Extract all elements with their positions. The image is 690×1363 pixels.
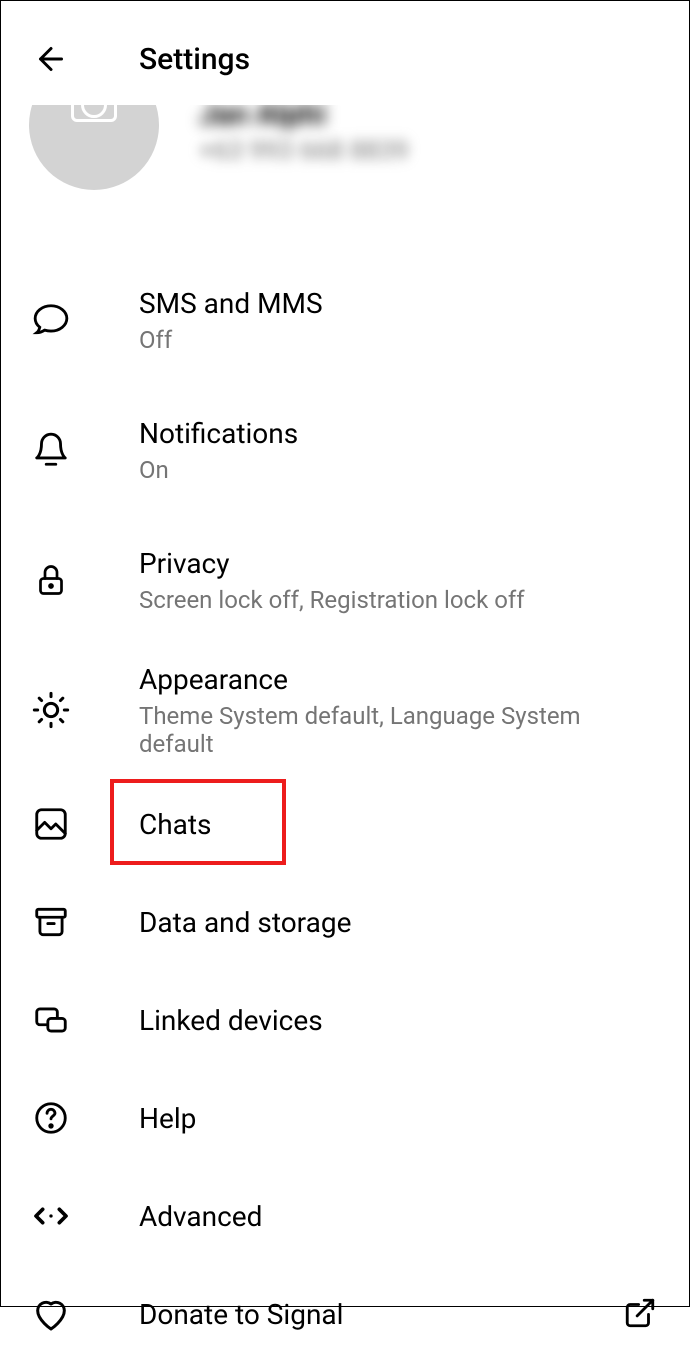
linked-devices-icon [31,1000,71,1040]
back-button[interactable] [31,39,71,79]
item-sub: Screen lock off, Registration lock off [139,586,659,614]
lock-icon [31,560,71,600]
heart-icon [31,1294,71,1334]
item-sub: Theme System default, Language System de… [139,702,659,758]
settings-list: SMS and MMS Off Notifications On Privacy… [1,205,689,1363]
profile-name: Jan Alphi [199,105,408,132]
item-label: Linked devices [139,1004,659,1037]
settings-item-privacy[interactable]: Privacy Screen lock off, Registration lo… [1,515,689,645]
settings-item-notifications[interactable]: Notifications On [1,385,689,515]
item-label: Advanced [139,1200,659,1233]
archive-icon [31,902,71,942]
item-label: Privacy [139,547,659,580]
settings-item-help[interactable]: Help [1,1069,689,1167]
settings-item-sms[interactable]: SMS and MMS Off [1,255,689,385]
back-arrow-icon [33,41,69,77]
external-link-icon [623,1296,659,1332]
item-sub: On [139,456,659,484]
settings-item-chats[interactable]: Chats [1,775,689,873]
image-icon [31,804,71,844]
bell-icon [31,430,71,470]
item-sub: Off [139,326,659,354]
profile-section[interactable]: Jan Alphi +63 993 668 8839 [1,105,689,205]
item-label: Notifications [139,417,659,450]
settings-item-donate[interactable]: Donate to Signal [1,1265,689,1363]
item-label: Chats [139,808,659,841]
code-icon [31,1196,71,1236]
settings-item-data-storage[interactable]: Data and storage [1,873,689,971]
item-label: Help [139,1102,659,1135]
page-title: Settings [139,42,250,77]
profile-text: Jan Alphi +63 993 668 8839 [199,105,408,166]
sun-icon [31,690,71,730]
item-label: Appearance [139,663,659,696]
item-label: Data and storage [139,906,659,939]
settings-item-appearance[interactable]: Appearance Theme System default, Languag… [1,645,689,775]
camera-icon [71,105,117,122]
help-icon [31,1098,71,1138]
avatar [29,105,159,190]
settings-item-advanced[interactable]: Advanced [1,1167,689,1265]
chat-bubble-icon [31,300,71,340]
profile-phone: +63 993 668 8839 [199,136,408,166]
item-label: SMS and MMS [139,287,659,320]
settings-item-linked-devices[interactable]: Linked devices [1,971,689,1069]
item-label: Donate to Signal [139,1298,623,1331]
header: Settings [1,1,689,117]
